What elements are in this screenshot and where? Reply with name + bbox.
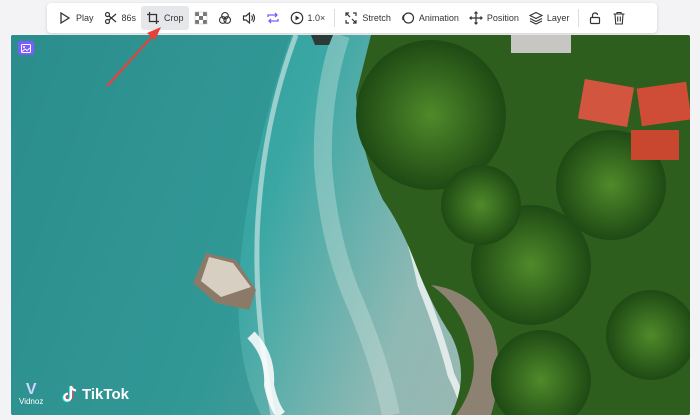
layer-button[interactable]: Layer	[524, 6, 575, 30]
filter-button[interactable]	[213, 6, 237, 30]
crop-button[interactable]: Crop	[141, 6, 189, 30]
media-toolbar: Play 86s Crop 1.0× Stretch Animation Pos…	[47, 3, 657, 33]
duration-label: 86s	[121, 13, 137, 23]
vidnoz-logo-icon: V	[25, 381, 37, 398]
play-button[interactable]: Play	[53, 6, 99, 30]
layer-label: Layer	[546, 13, 570, 23]
filter-icon	[218, 11, 231, 24]
tiktok-watermark: TikTok	[62, 385, 129, 403]
delete-button[interactable]	[607, 6, 631, 30]
stretch-icon	[345, 12, 357, 24]
play-label: Play	[76, 13, 94, 23]
speed-button[interactable]: 1.0×	[285, 6, 331, 30]
layer-icon	[528, 11, 543, 25]
loop-button[interactable]	[261, 6, 285, 30]
volume-button[interactable]	[237, 6, 261, 30]
transparency-button[interactable]	[189, 6, 213, 30]
scissors-icon	[104, 11, 116, 25]
stretch-label: Stretch	[362, 13, 391, 23]
image-video-icon	[21, 43, 31, 53]
stretch-button[interactable]: Stretch	[339, 6, 396, 30]
play-icon	[60, 11, 71, 25]
video-preview[interactable]: V Vidnoz TikTok	[11, 35, 690, 415]
delete-icon	[613, 11, 625, 25]
animation-icon	[401, 12, 414, 24]
loop-icon	[266, 12, 279, 24]
position-icon	[469, 11, 483, 25]
tiktok-logo-icon	[62, 385, 77, 403]
position-label: Position	[486, 13, 519, 23]
toolbar-divider	[578, 9, 580, 27]
animation-label: Animation	[418, 13, 459, 23]
split-button[interactable]: 86s	[99, 6, 142, 30]
media-type-icon[interactable]	[18, 41, 34, 55]
speed-label: 1.0×	[307, 13, 326, 23]
volume-icon	[242, 11, 255, 25]
crop-label: Crop	[164, 13, 184, 23]
aerial-beach-video-frame	[11, 35, 690, 415]
tiktok-label: TikTok	[82, 385, 129, 403]
lock-icon	[590, 12, 601, 25]
vidnoz-watermark: V Vidnoz	[19, 382, 43, 406]
animation-button[interactable]: Animation	[396, 6, 464, 30]
transparency-icon	[194, 11, 207, 25]
lock-button[interactable]	[583, 6, 607, 30]
vidnoz-label: Vidnoz	[19, 397, 44, 406]
crop-icon	[147, 12, 160, 24]
speed-icon	[290, 11, 303, 25]
position-button[interactable]: Position	[464, 6, 524, 30]
toolbar-divider	[334, 9, 336, 27]
